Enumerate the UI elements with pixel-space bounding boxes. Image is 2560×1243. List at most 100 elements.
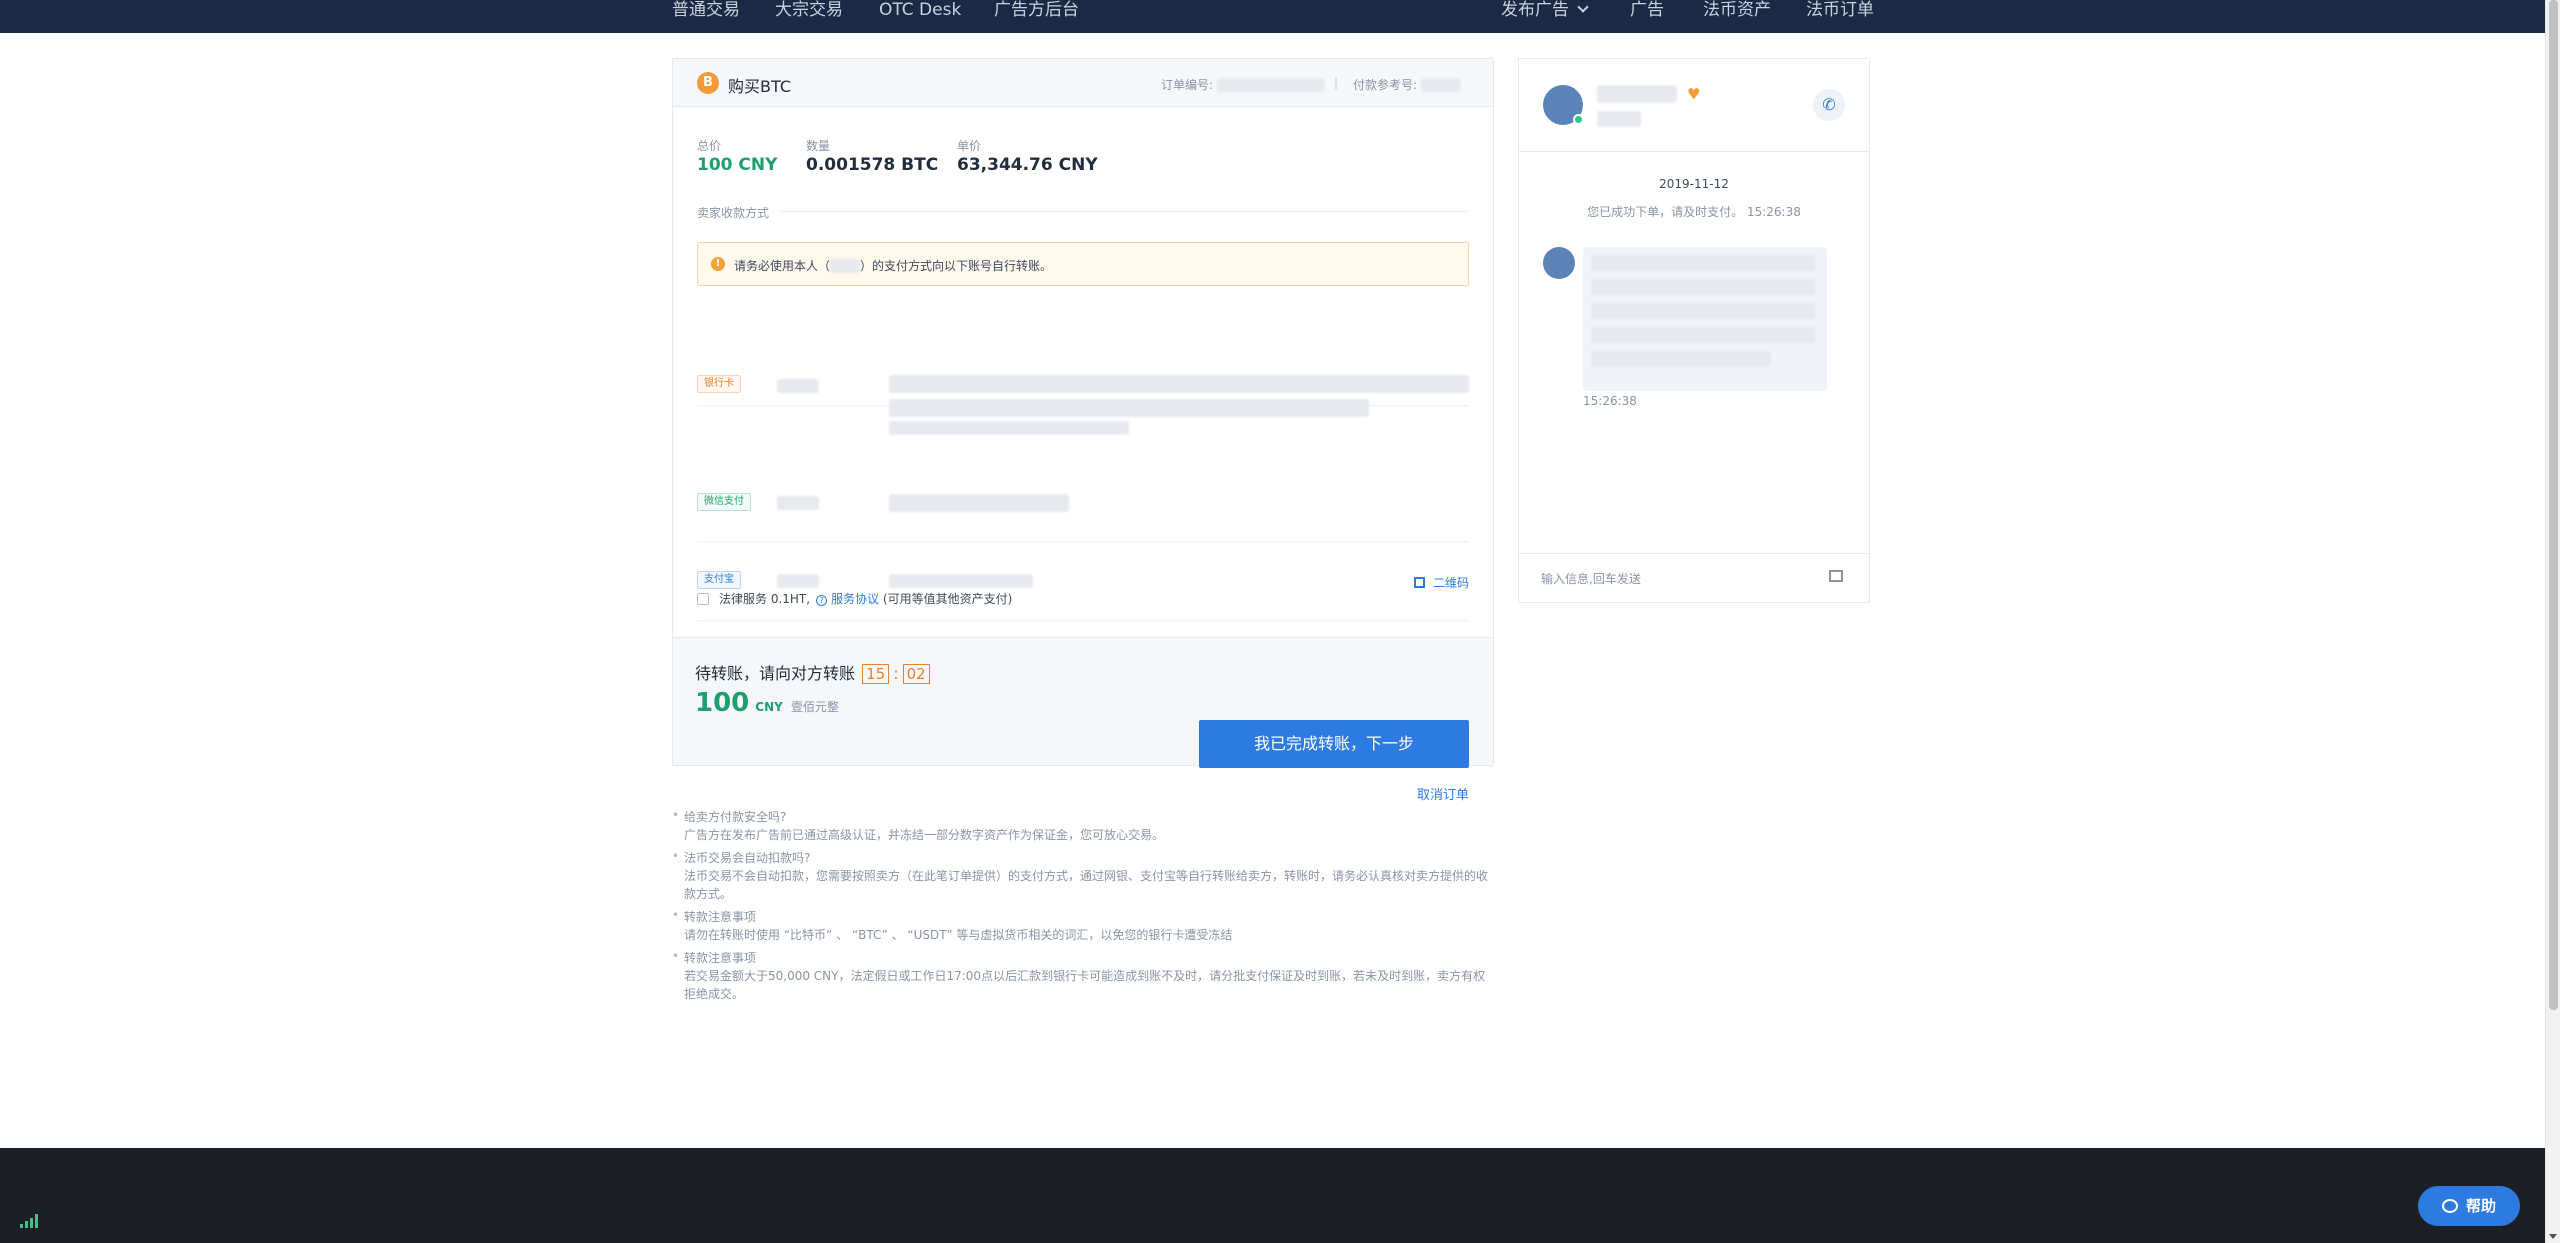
faq-bullet: • [672, 949, 680, 963]
online-status-dot [1573, 114, 1584, 125]
amount-currency: CNY [755, 700, 783, 714]
chat-input[interactable]: 输入信息,回车发送 [1519, 553, 1869, 603]
order-panel: B 购买BTC 订单编号: | 付款参考号: 总价 100 CNY 数量 0.0… [672, 58, 1494, 803]
legal-service-option: 法律服务 0.1HT,? 服务协议 (可用等值其他资产支付) [697, 590, 1012, 607]
nav-spot-trading[interactable]: 普通交易 [672, 0, 740, 22]
faq-question: 转款注意事项 [684, 951, 757, 965]
payment-reference: 付款参考号: [1353, 76, 1461, 93]
wait-label: 待转账，请向对方转账 [695, 664, 856, 683]
chat-header: ♥ ✆ [1519, 59, 1869, 152]
chat-input-placeholder: 输入信息,回车发送 [1541, 572, 1641, 586]
help-button[interactable]: 帮助 [2418, 1186, 2520, 1226]
faq-list: • 给卖方付款安全吗? 广告方在发布广告前已通过高级认证，并冻结一部分数字资产作… [672, 808, 1494, 1008]
alipay-account-redacted [889, 574, 1033, 588]
transfer-amount: 100 CNY 壹佰元整 [695, 688, 839, 718]
nav-otc-desk[interactable]: OTC Desk [879, 0, 961, 22]
faq-bullet: • [672, 908, 680, 922]
qrcode-link[interactable]: 二维码 [1413, 574, 1469, 591]
wechat-account-redacted [889, 494, 1069, 512]
order-number-redacted [1216, 78, 1325, 92]
order-title: 购买BTC [728, 77, 791, 96]
account-name-redacted [830, 259, 861, 273]
image-icon[interactable] [1829, 570, 1843, 582]
bitcoin-icon: B [697, 72, 719, 94]
section-divider [779, 211, 1469, 212]
bank-holder-redacted [777, 379, 819, 393]
nav-advertiser-backend[interactable]: 广告方后台 [994, 0, 1079, 22]
message-line-redacted [1591, 351, 1771, 367]
scroll-down-arrow[interactable] [2549, 1234, 2557, 1239]
heart-icon: ♥ [1687, 85, 1701, 103]
seller-methods-label: 卖家收款方式 [697, 206, 770, 220]
timer-seconds: 02 [902, 664, 930, 684]
chat-date: 2019-11-12 [1659, 177, 1729, 191]
warning-post: ）的支付方式向以下账号自行转账。 [860, 259, 1053, 273]
alipay-holder-redacted [777, 574, 819, 588]
message-avatar [1543, 247, 1575, 279]
service-agreement-link[interactable]: 服务协议 [831, 592, 879, 606]
scrollbar-thumb[interactable] [2549, 0, 2558, 1010]
top-nav: 普通交易 大宗交易 OTC Desk 广告方后台 发布广告 广告 法币资产 法币… [0, 0, 2545, 33]
qrcode-icon [1413, 577, 1425, 588]
phone-icon[interactable]: ✆ [1813, 89, 1845, 121]
legal-service-checkbox[interactable] [697, 593, 709, 605]
warning-icon: ! [711, 257, 725, 271]
message-bubble-redacted [1583, 247, 1827, 391]
faq-item: • 转款注意事项 请勿在转账时使用 “比特币” 、 “BTC” 、 “USDT”… [672, 908, 1494, 944]
order-number-label: 订单编号: [1161, 78, 1214, 92]
chat-panel: ♥ ✆ 2019-11-12 您已成功下单，请及时支付。 15:26:38 15… [1518, 58, 1870, 603]
bank-extra-redacted [889, 421, 1129, 435]
faq-answer: 法币交易不会自动扣款，您需要按照卖方（在此笔订单提供）的支付方式，通过网银、支付… [684, 869, 1489, 901]
signal-icon [20, 1214, 38, 1228]
warning-banner: ! 请务必使用本人（ ）的支付方式向以下账号自行转账。 [697, 242, 1469, 286]
avatar [1543, 85, 1584, 125]
nav-block-trading[interactable]: 大宗交易 [775, 0, 843, 22]
bank-branch-redacted [889, 399, 1369, 417]
faq-bullet: • [672, 849, 680, 863]
payment-action-area: 待转账，请向对方转账 15:02 100 CNY 壹佰元整 我已完成转账，下一步 取… [673, 637, 1493, 803]
faq-question: 法币交易会自动扣款吗? [684, 851, 811, 865]
cancel-order-link[interactable]: 取消订单 [1417, 784, 1469, 803]
help-label: 帮助 [2465, 1197, 2496, 1215]
alipay-tag: 支付宝 [697, 571, 741, 589]
chat-help-icon [2441, 1199, 2458, 1213]
total-value: 100 CNY [697, 155, 778, 175]
qrcode-label: 二维码 [1432, 576, 1469, 590]
pending-transfer-text: 待转账，请向对方转账 15:02 [695, 660, 932, 684]
faq-question: 给卖方付款安全吗? [684, 810, 787, 824]
chevron-down-icon [1577, 1, 1589, 13]
nav-ads[interactable]: 广告 [1630, 0, 1664, 22]
legal-service-suffix: (可用等值其他资产支付) [882, 592, 1013, 606]
confirm-transfer-button[interactable]: 我已完成转账，下一步 [1199, 720, 1469, 768]
quantity-label: 数量 [806, 139, 831, 153]
order-number: 订单编号: [1161, 76, 1325, 93]
faq-item: • 给卖方付款安全吗? 广告方在发布广告前已通过高级认证，并冻结一部分数字资产作… [672, 808, 1494, 844]
bank-account-redacted [889, 375, 1469, 393]
payment-reference-label: 付款参考号: [1353, 78, 1418, 92]
amount-in-words: 壹佰元整 [790, 700, 839, 714]
message-time: 15:26:38 [1583, 394, 1637, 408]
faq-item: • 转款注意事项 若交易金额大于50,000 CNY，法定假日或工作日17:00… [672, 949, 1494, 1003]
message-line-redacted [1591, 255, 1815, 271]
nav-publish-ad[interactable]: 发布广告 [1501, 0, 1589, 22]
quantity-value: 0.001578 BTC [806, 155, 939, 175]
timer-minutes: 15 [862, 664, 890, 684]
nav-fiat-orders[interactable]: 法币订单 [1806, 0, 1874, 22]
warning-text: 请务必使用本人（ ）的支付方式向以下账号自行转账。 [734, 257, 1052, 274]
message-line-redacted [1591, 279, 1815, 295]
nav-fiat-assets[interactable]: 法币资产 [1703, 0, 1771, 22]
faq-answer: 广告方在发布广告前已通过高级认证，并冻结一部分数字资产作为保证金，您可放心交易。 [684, 828, 1165, 842]
warning-pre: 请务必使用本人（ [734, 259, 831, 273]
faq-answer: 若交易金额大于50,000 CNY，法定假日或工作日17:00点以后汇款到银行卡… [684, 969, 1486, 1001]
scrollbar[interactable] [2545, 0, 2560, 1243]
faq-bullet: • [672, 808, 680, 822]
wechat-holder-redacted [777, 496, 819, 510]
info-icon: ? [816, 595, 828, 606]
faq-item: • 法币交易会自动扣款吗? 法币交易不会自动扣款，您需要按照卖方（在此笔订单提供… [672, 849, 1494, 903]
faq-question: 转款注意事项 [684, 910, 757, 924]
wechat-pay-tag: 微信支付 [697, 493, 751, 511]
counterparty-stats-redacted [1597, 111, 1641, 127]
total-label: 总价 [697, 139, 722, 153]
message-line-redacted [1591, 303, 1815, 319]
amount-value: 100 [695, 688, 750, 718]
